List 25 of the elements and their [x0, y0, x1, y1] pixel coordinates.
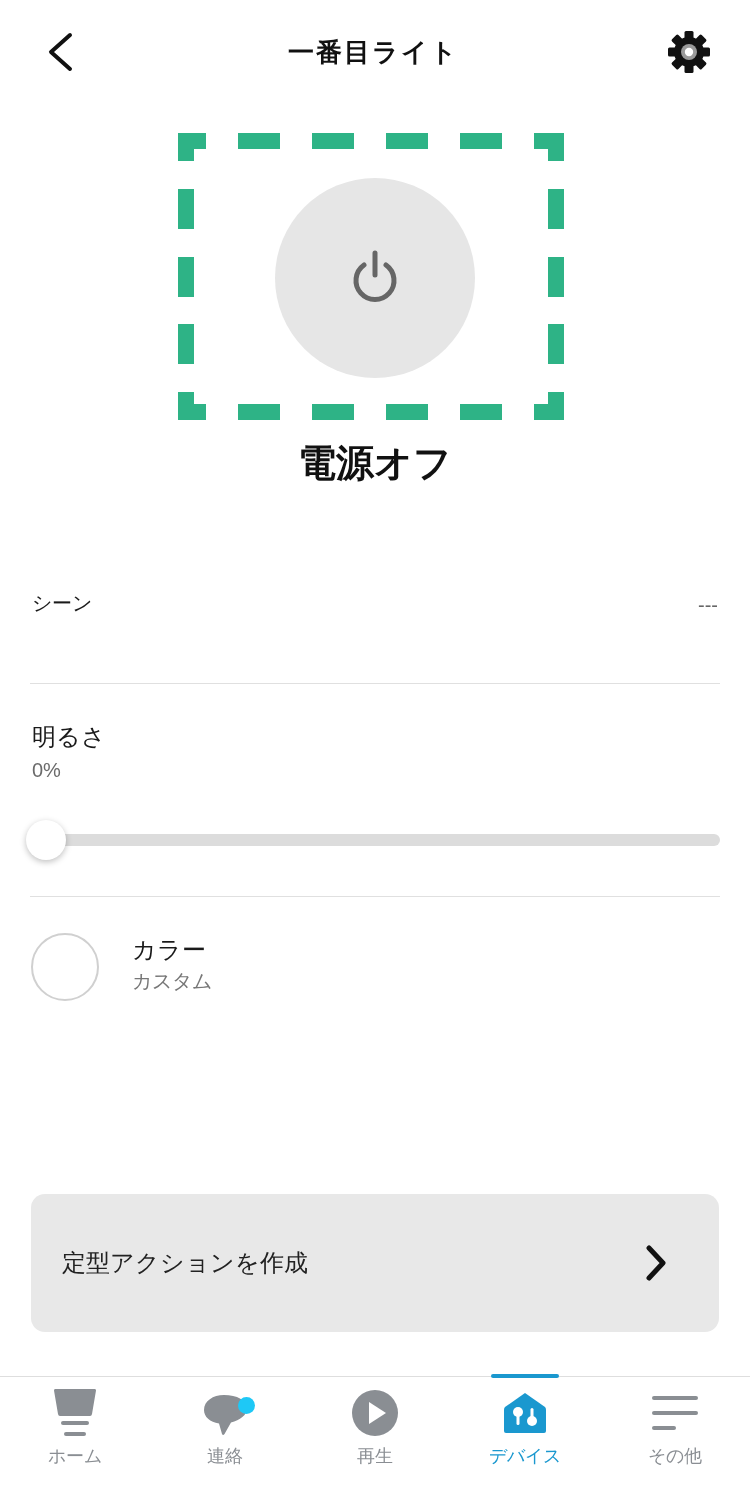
color-value: カスタム [132, 969, 212, 994]
create-routine-button[interactable]: 定型アクションを作成 [31, 1194, 719, 1332]
tab-item[interactable]: 再生 [300, 1377, 450, 1500]
brightness-reading: 0% [31, 758, 61, 783]
selected-tab-indicator [491, 1374, 559, 1378]
menu-icon [652, 1396, 698, 1430]
speaker-icon [53, 1388, 97, 1438]
tab-item[interactable]: 連絡 [150, 1377, 300, 1500]
scene-label: シーン [31, 591, 92, 615]
power-status-label: 電源オフ [297, 441, 453, 486]
brightness-label: 明るさ [31, 722, 106, 752]
scene-value: --- [698, 593, 719, 617]
tab-item[interactable]: デバイス [450, 1377, 600, 1500]
play-icon [351, 1389, 399, 1437]
brightness-slider[interactable] [26, 820, 720, 860]
slider-thumb[interactable] [26, 820, 66, 860]
settings-button[interactable] [667, 30, 711, 74]
house-sliders-icon [503, 1391, 547, 1435]
color-label: カラー [132, 935, 207, 965]
tab-item[interactable]: ホーム [0, 1377, 150, 1500]
chevron-left-icon [46, 32, 74, 72]
page-title: 一番目ライト [288, 36, 459, 69]
settings-icon [667, 30, 711, 74]
tab-item[interactable]: その他 [600, 1377, 750, 1500]
chevron-right-icon [645, 1245, 667, 1281]
